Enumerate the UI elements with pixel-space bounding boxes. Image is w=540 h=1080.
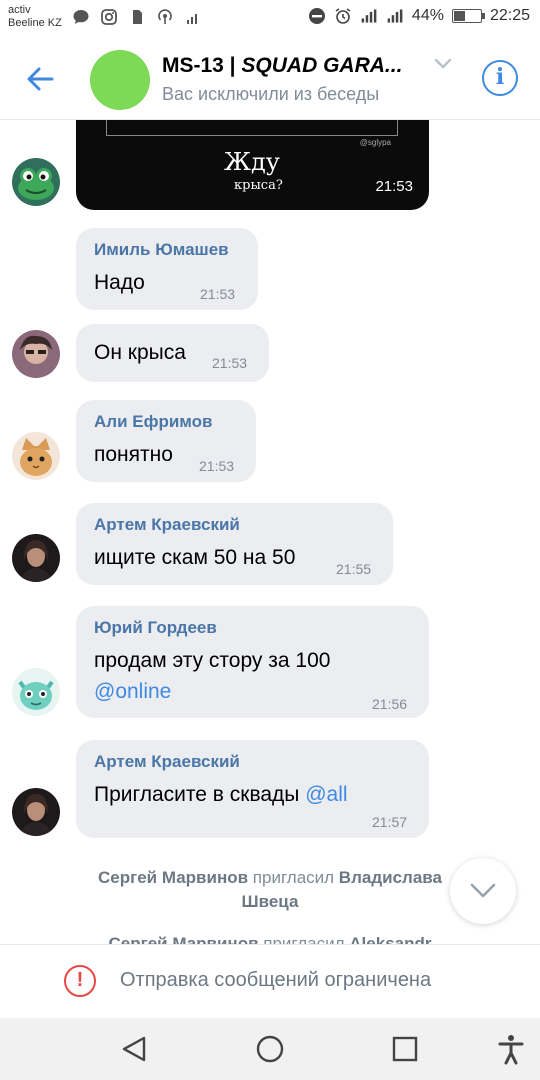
conversation-avatar[interactable] <box>90 50 150 110</box>
message-list[interactable]: @sglypa Жду крыса? 21:53 Имиль Юмашев На… <box>0 120 540 944</box>
conversation-subtitle: Вас исключили из беседы <box>162 84 380 104</box>
photo-caption-bottom: крыса? <box>234 178 283 193</box>
battery-icon <box>451 9 485 23</box>
message-bubble[interactable]: Артем Краевский Пригласите в сквады @all… <box>76 740 429 838</box>
scroll-down-button[interactable] <box>450 858 516 924</box>
sender-name[interactable]: Имиль Юмашев <box>94 240 229 260</box>
battery-percent: 44% <box>411 7 444 24</box>
service-target[interactable]: Aleksandr <box>349 934 431 944</box>
message-time: 21:53 <box>200 286 236 302</box>
sender-name[interactable]: Юрий Гордеев <box>94 618 217 638</box>
screenshot-navbar <box>106 120 398 136</box>
photo-caption-top: Жду <box>224 148 280 176</box>
conversation-title[interactable]: MS-13 | SQUAD GARA... <box>162 54 402 78</box>
message-text: Пригласите в сквады @all <box>94 783 348 806</box>
message-time: 21:57 <box>372 814 408 830</box>
message-bubble[interactable]: Артем Краевский ищите скам 50 на 50 21:5… <box>76 503 393 585</box>
signal-strength-icon <box>360 7 378 25</box>
service-target[interactable]: Владислава <box>339 868 442 887</box>
chevron-down-icon <box>470 883 496 898</box>
avatar-user[interactable] <box>12 330 60 378</box>
mention-link[interactable]: @all <box>305 783 347 806</box>
avatar-cat[interactable] <box>12 432 60 480</box>
chevron-down-icon[interactable] <box>434 58 452 70</box>
message-time: 21:55 <box>336 561 372 577</box>
service-actor[interactable]: Сергей Марвинов <box>98 868 248 887</box>
chat-notification-icon <box>72 8 90 26</box>
avatar-yuri[interactable] <box>12 668 60 716</box>
avatar-frog[interactable] <box>12 158 60 206</box>
photo-attachment[interactable]: @sglypa Жду крыса? 21:53 <box>76 120 429 210</box>
status-bar: activ Beeline KZ 44% 22:25 <box>0 0 540 38</box>
accessibility-button[interactable] <box>494 1032 528 1066</box>
message-bubble[interactable]: Имиль Юмашев Надо 21:53 <box>76 228 258 310</box>
info-button[interactable]: i <box>482 60 518 96</box>
do-not-disturb-icon <box>308 7 326 25</box>
message-text: Он крыса <box>94 341 186 364</box>
sender-name[interactable]: Артем Краевский <box>94 515 240 535</box>
message-time: 21:53 <box>212 355 248 371</box>
circle-home-icon <box>256 1035 284 1063</box>
message-time: 21:53 <box>199 458 235 474</box>
message-text: понятно <box>94 443 173 466</box>
warning-icon: ! <box>64 965 96 997</box>
nav-home-button[interactable] <box>253 1032 287 1066</box>
message-bubble[interactable]: Юрий Гордеев продам эту стору за 100 @on… <box>76 606 429 718</box>
sender-name[interactable]: Артем Краевский <box>94 752 240 772</box>
avatar-artem[interactable] <box>12 534 60 582</box>
system-nav-bar <box>0 1018 540 1080</box>
carrier-label: activ Beeline KZ <box>8 4 62 30</box>
carrier-line-1: activ <box>8 4 31 16</box>
avatar-artem[interactable] <box>12 788 60 836</box>
message-text: Надо <box>94 271 145 294</box>
service-target-line2[interactable]: Швеца <box>242 892 299 911</box>
instagram-icon <box>100 8 118 26</box>
nav-recents-button[interactable] <box>388 1032 422 1066</box>
accessibility-icon <box>498 1035 524 1065</box>
info-icon: i <box>495 64 505 90</box>
mention-link[interactable]: @online <box>94 677 171 707</box>
message-bubble[interactable]: Али Ефримов понятно 21:53 <box>76 400 256 482</box>
back-button[interactable] <box>24 62 58 96</box>
message-text: продам эту стору за 100 <box>94 649 331 672</box>
service-message: Сергей Марвинов пригласил Aleksandr <box>0 932 540 944</box>
sim-card-icon <box>128 8 146 26</box>
status-right: 44% 22:25 <box>308 7 530 25</box>
message-time: 21:56 <box>372 696 408 712</box>
arrow-left-icon <box>27 67 54 91</box>
chat-header: MS-13 | SQUAD GARA... Вас исключили из б… <box>0 38 540 120</box>
hotspot-icon <box>156 8 174 26</box>
message-text: ищите скам 50 на 50 <box>94 546 296 569</box>
sender-name[interactable]: Али Ефримов <box>94 412 213 432</box>
notification-icons <box>72 8 202 26</box>
triangle-back-icon <box>122 1036 146 1062</box>
square-recents-icon <box>392 1036 418 1062</box>
nav-back-button[interactable] <box>118 1032 152 1066</box>
service-actor[interactable]: Сергей Марвинов <box>109 934 259 944</box>
input-restricted-bar: ! Отправка сообщений ограничена <box>0 944 540 1018</box>
photo-watermark: @sglypa <box>359 138 391 147</box>
message-time: 21:53 <box>375 178 413 195</box>
carrier-line-2: Beeline KZ <box>8 17 62 29</box>
signal-strength-2-icon <box>386 7 404 25</box>
message-bubble[interactable]: Он крыса 21:53 <box>76 324 269 382</box>
restricted-text: Отправка сообщений ограничена <box>120 969 432 991</box>
signal-small-icon <box>184 8 202 26</box>
alarm-icon <box>334 7 352 25</box>
clock: 22:25 <box>489 7 530 24</box>
